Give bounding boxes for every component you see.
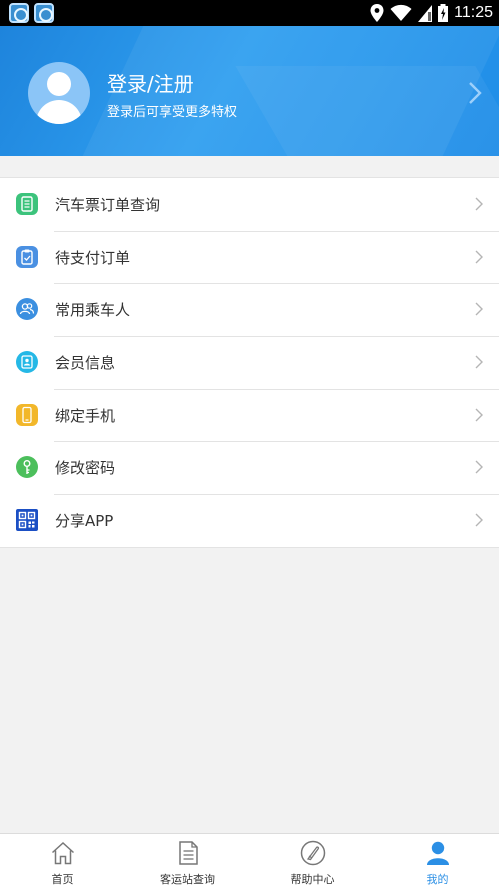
menu-item-label: 汽车票订单查询 [55,196,161,214]
app-notification-icon-2 [34,3,54,23]
pending-payment-icon [16,245,38,268]
phone-icon [16,403,38,426]
menu-item-ticket-orders[interactable]: 汽车票订单查询 [0,178,499,231]
menu-list: 汽车票订单查询 待支付订单 常用乘车人 会员信息 绑定手机 修改密码 分享APP [0,177,499,548]
qr-code-icon [16,509,38,532]
menu-item-change-password[interactable]: 修改密码 [0,441,499,494]
menu-item-label: 分享APP [55,512,114,531]
tab-station-search[interactable]: 客运站查询 [125,834,250,887]
ticket-order-icon [16,193,38,215]
menu-item-pending-payment[interactable]: 待支付订单 [0,230,499,284]
user-icon [427,841,449,865]
status-bar: 11:25 [0,0,499,26]
menu-item-member-info[interactable]: 会员信息 [0,336,499,389]
tab-home[interactable]: 首页 [0,834,125,887]
passengers-icon [16,298,38,321]
chevron-right-icon [475,460,483,474]
bottom-tab-bar: 首页 客运站查询 帮助中心 我的 [0,833,499,887]
login-register-title[interactable]: 登录/注册 [107,68,194,97]
help-icon [300,840,326,866]
wifi-icon [390,4,412,21]
app-notification-icon [9,3,29,23]
chevron-right-icon [475,408,483,422]
member-info-icon [16,351,38,374]
menu-item-bind-phone[interactable]: 绑定手机 [0,388,499,442]
key-icon [16,456,38,479]
tab-label: 我的 [426,873,449,886]
tab-help-center[interactable]: 帮助中心 [250,834,375,887]
tab-mine[interactable]: 我的 [375,834,499,887]
menu-item-label: 绑定手机 [55,406,116,425]
tab-label: 帮助中心 [290,873,335,886]
menu-item-label: 修改密码 [55,459,116,478]
login-subtitle: 登录后可享受更多特权 [107,105,238,120]
home-icon [51,841,75,865]
chevron-right-icon [475,513,483,527]
avatar[interactable] [28,62,90,124]
chevron-right-icon[interactable] [464,82,486,104]
menu-item-passengers[interactable]: 常用乘车人 [0,283,499,336]
menu-item-label: 常用乘车人 [55,301,131,320]
menu-item-label: 待支付订单 [55,248,131,267]
menu-item-share-app[interactable]: 分享APP [0,494,499,547]
battery-icon [438,4,449,22]
clock: 11:25 [454,4,493,21]
chevron-right-icon [475,250,483,264]
signal-icon [418,5,433,22]
tab-label: 首页 [51,873,74,886]
location-icon [370,4,384,22]
menu-item-label: 会员信息 [55,354,116,373]
tab-label: 客运站查询 [160,873,215,886]
chevron-right-icon [475,355,483,369]
profile-header[interactable]: 登录/注册 登录后可享受更多特权 [0,26,499,156]
chevron-right-icon [475,197,483,211]
document-icon [179,841,198,865]
chevron-right-icon [475,302,483,316]
